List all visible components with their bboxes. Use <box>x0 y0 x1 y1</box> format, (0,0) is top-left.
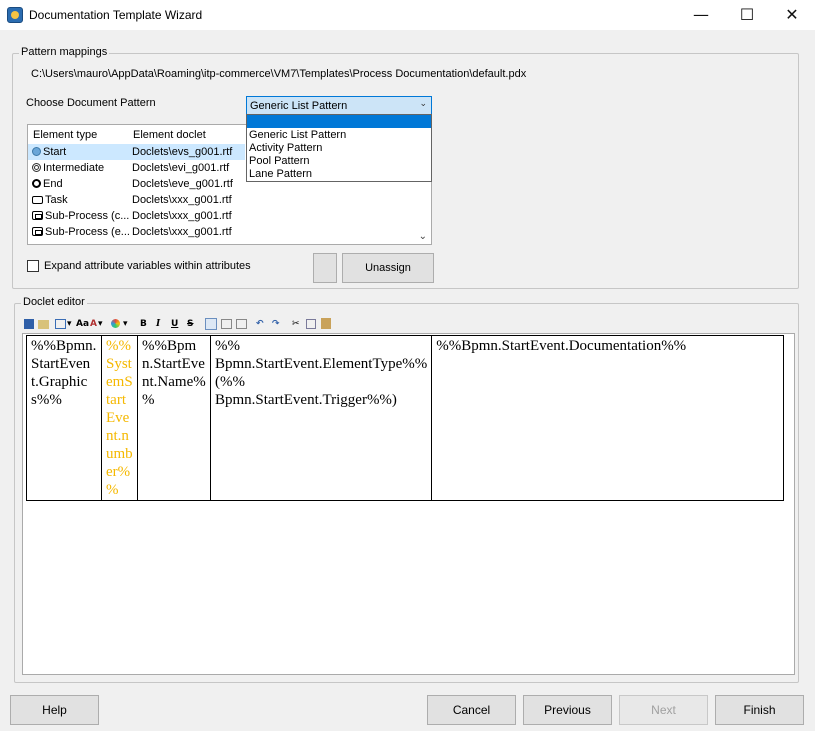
template-path: C:\Users\mauro\AppData\Roaming\itp-comme… <box>31 68 527 80</box>
end-event-icon <box>32 179 41 188</box>
cancel-button[interactable]: Cancel <box>427 695 516 725</box>
align-left-icon[interactable] <box>205 318 217 330</box>
copy-icon[interactable] <box>306 319 316 329</box>
align-center-icon[interactable] <box>221 319 232 329</box>
chevron-down-icon: ⌄ <box>419 99 427 109</box>
column-element-type[interactable]: Element type <box>33 129 97 141</box>
list-item[interactable]: Start Doclets\evs_g001.rtf <box>28 144 245 160</box>
doclet-cell-number[interactable]: %%SystemStartEvent.number%% <box>101 335 138 501</box>
element-type-text: Task <box>45 194 68 206</box>
finish-button[interactable]: Finish <box>715 695 804 725</box>
document-pattern-select[interactable]: Generic List Pattern ⌄ <box>246 96 432 115</box>
element-type-text: Start <box>43 146 67 158</box>
font-color-icon[interactable]: A <box>90 318 97 330</box>
element-type-text: End <box>43 178 63 190</box>
strikethrough-icon[interactable]: S <box>187 318 193 330</box>
open-icon[interactable] <box>38 320 49 329</box>
expand-attributes-checkbox[interactable] <box>27 260 39 272</box>
doclet-editor-label: Doclet editor <box>21 296 87 308</box>
underline-icon[interactable]: U <box>171 318 178 330</box>
element-doclet-text: Doclets\evs_g001.rtf <box>132 146 233 158</box>
pattern-dropdown-list: Generic List Pattern Activity Pattern Po… <box>246 114 432 182</box>
choose-pattern-label: Choose Document Pattern <box>26 97 156 109</box>
save-icon[interactable] <box>24 319 34 329</box>
chevron-down-icon[interactable]: ▾ <box>123 318 128 330</box>
paste-icon[interactable] <box>321 318 331 329</box>
maximize-button[interactable]: ☐ <box>724 0 770 30</box>
pattern-mappings-label: Pattern mappings <box>19 46 110 58</box>
list-item[interactable]: Task Doclets\xxx_g001.rtf <box>28 192 418 208</box>
unassign-button[interactable]: Unassign <box>342 253 434 283</box>
chevron-down-icon[interactable]: ▾ <box>67 318 72 330</box>
app-icon <box>7 7 23 23</box>
element-type-text: Intermediate <box>43 162 105 174</box>
element-type-text: Sub-Process (c... <box>45 210 130 222</box>
dropdown-highlight <box>247 115 431 128</box>
previous-button[interactable]: Previous <box>523 695 612 725</box>
element-doclet-text: Doclets\xxx_g001.rtf <box>132 194 232 206</box>
cut-icon[interactable]: ✂ <box>292 318 300 330</box>
subprocess-icon <box>32 211 43 220</box>
pattern-option-generic-list[interactable]: Generic List Pattern <box>249 129 346 142</box>
subprocess-icon <box>32 227 43 236</box>
intermediate-event-icon <box>32 163 41 172</box>
undo-icon[interactable]: ↶ <box>256 318 264 330</box>
doclet-cell-graphics[interactable]: %%Bpmn.StartEvent.Graphics%% <box>26 335 102 501</box>
pattern-option-activity[interactable]: Activity Pattern <box>249 142 322 155</box>
doclet-cell-documentation[interactable]: %%Bpmn.StartEvent.Documentation%% <box>431 335 785 501</box>
element-doclet-text: Doclets\evi_g001.rtf <box>132 162 230 174</box>
element-doclet-text: Doclets\xxx_g001.rtf <box>132 210 232 222</box>
chevron-down-icon[interactable]: ▾ <box>98 318 103 330</box>
font-size-icon[interactable]: Aa <box>76 318 89 330</box>
window-title: Documentation Template Wizard <box>29 8 203 22</box>
list-item[interactable]: Sub-Process (e... Doclets\xxx_g001.rtf <box>28 224 418 240</box>
doclet-cell-element-type[interactable]: %% Bpmn.StartEvent.ElementType%% (%% Bpm… <box>209 335 433 501</box>
expand-attributes-label: Expand attribute variables within attrib… <box>44 260 251 272</box>
doclet-editor-area[interactable]: %%Bpmn.StartEvent.Graphics%% %%SystemSta… <box>22 333 795 675</box>
redo-icon[interactable]: ↷ <box>272 318 280 330</box>
pattern-option-lane[interactable]: Lane Pattern <box>249 168 312 181</box>
element-type-text: Sub-Process (e... <box>45 226 130 238</box>
bold-icon[interactable]: B <box>140 318 147 330</box>
selected-pattern: Generic List Pattern <box>250 100 348 112</box>
align-right-icon[interactable] <box>236 319 247 329</box>
editor-toolbar: ▾ Aa A ▾ ▾ B I U S ↶ ↷ ✂ <box>22 317 342 331</box>
pattern-option-pool[interactable]: Pool Pattern <box>249 155 310 168</box>
close-button[interactable]: ✕ <box>769 0 815 30</box>
minimize-button[interactable]: — <box>678 0 724 30</box>
element-doclet-text: Doclets\xxx_g001.rtf <box>132 226 232 238</box>
start-event-icon <box>32 147 41 156</box>
table-icon[interactable] <box>55 319 66 329</box>
help-button[interactable]: Help <box>10 695 99 725</box>
color-palette-icon[interactable] <box>111 319 120 328</box>
scroll-down-icon[interactable]: ⌄ <box>419 231 427 242</box>
task-icon <box>32 196 43 204</box>
next-button[interactable]: Next <box>619 695 708 725</box>
list-item[interactable]: Sub-Process (c... Doclets\xxx_g001.rtf <box>28 208 418 224</box>
title-bar: Documentation Template Wizard — ☐ ✕ <box>0 0 815 30</box>
doclet-cell-name[interactable]: %%Bpmn.StartEvent.Name%% <box>137 335 211 501</box>
element-doclet-text: Doclets\eve_g001.rtf <box>132 178 233 190</box>
column-element-doclet[interactable]: Element doclet <box>133 129 206 141</box>
assign-button[interactable] <box>313 253 337 283</box>
italic-icon[interactable]: I <box>156 318 160 330</box>
doclet-table: %%Bpmn.StartEvent.Graphics%% %%SystemSta… <box>26 335 785 501</box>
